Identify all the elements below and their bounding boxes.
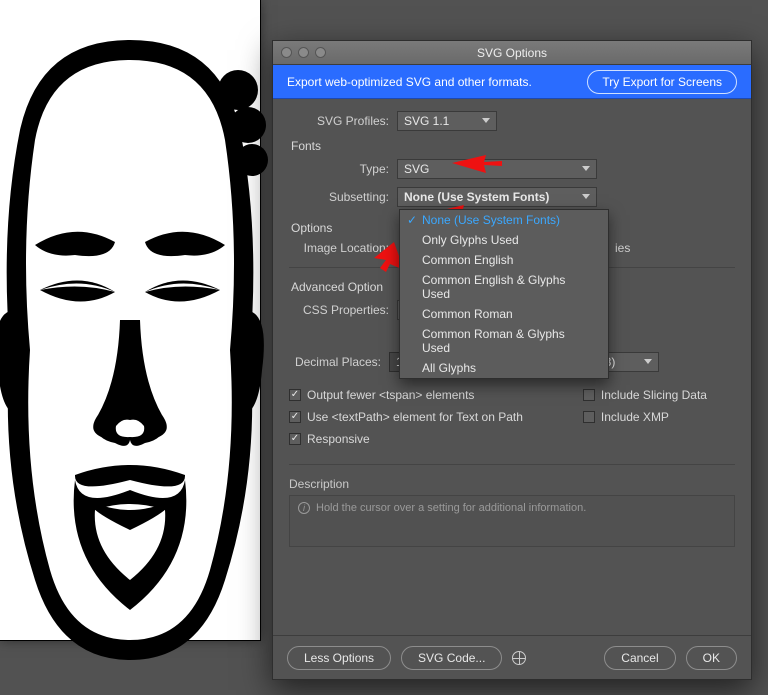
svg-code-button[interactable]: SVG Code... bbox=[401, 646, 502, 670]
subsetting-select[interactable]: None (Use System Fonts) bbox=[397, 187, 597, 207]
font-type-label: Type: bbox=[289, 162, 397, 176]
subsetting-option[interactable]: Common Roman & Glyphs Used bbox=[400, 324, 608, 358]
chevron-down-icon bbox=[482, 118, 490, 123]
chevron-down-icon bbox=[644, 359, 652, 364]
font-type-select[interactable]: SVG bbox=[397, 159, 597, 179]
titlebar[interactable]: SVG Options bbox=[273, 41, 751, 65]
include-slicing-checkbox[interactable] bbox=[583, 389, 595, 401]
globe-icon[interactable] bbox=[512, 651, 526, 665]
dialog-title: SVG Options bbox=[273, 46, 751, 60]
ok-button[interactable]: OK bbox=[686, 646, 737, 670]
subsetting-option[interactable]: Common English & Glyphs Used bbox=[400, 270, 608, 304]
description-heading: Description bbox=[289, 477, 735, 491]
use-textpath-checkbox[interactable] bbox=[289, 411, 301, 423]
image-location-suffix: ies bbox=[615, 241, 630, 255]
decimal-places-label: Decimal Places: bbox=[289, 355, 389, 369]
artboard bbox=[0, 0, 260, 640]
svg-options-dialog: SVG Options Export web-optimized SVG and… bbox=[272, 40, 752, 680]
info-icon: i bbox=[298, 502, 310, 514]
dialog-footer: Less Options SVG Code... Cancel OK bbox=[273, 635, 751, 679]
less-options-button[interactable]: Less Options bbox=[287, 646, 391, 670]
cancel-button[interactable]: Cancel bbox=[604, 646, 675, 670]
banner-text: Export web-optimized SVG and other forma… bbox=[287, 75, 532, 89]
try-export-for-screens-button[interactable]: Try Export for Screens bbox=[587, 70, 737, 94]
chevron-down-icon bbox=[582, 166, 590, 171]
export-banner: Export web-optimized SVG and other forma… bbox=[273, 65, 751, 99]
canvas-area bbox=[0, 0, 260, 640]
svg-profiles-select[interactable]: SVG 1.1 bbox=[397, 111, 497, 131]
chevron-down-icon bbox=[582, 194, 590, 199]
subsetting-option[interactable]: Only Glyphs Used bbox=[400, 230, 608, 250]
output-tspan-checkbox[interactable] bbox=[289, 389, 301, 401]
subsetting-label: Subsetting: bbox=[289, 190, 397, 204]
dialog-body: SVG Profiles: SVG 1.1 Fonts Type: SVG Su… bbox=[273, 99, 751, 635]
subsetting-option[interactable]: Common English bbox=[400, 250, 608, 270]
fonts-heading: Fonts bbox=[291, 139, 735, 153]
artwork-face bbox=[0, 20, 280, 660]
subsetting-dropdown-menu: None (Use System Fonts) Only Glyphs Used… bbox=[399, 209, 609, 379]
subsetting-option[interactable]: Common Roman bbox=[400, 304, 608, 324]
svg-profiles-label: SVG Profiles: bbox=[289, 114, 397, 128]
include-xmp-checkbox[interactable] bbox=[583, 411, 595, 423]
description-box: i Hold the cursor over a setting for add… bbox=[289, 495, 735, 547]
subsetting-option[interactable]: All Glyphs bbox=[400, 358, 608, 378]
image-location-label: Image Location: bbox=[289, 241, 397, 255]
subsetting-option[interactable]: None (Use System Fonts) bbox=[400, 210, 608, 230]
css-properties-label: CSS Properties: bbox=[289, 303, 397, 317]
responsive-checkbox[interactable] bbox=[289, 433, 301, 445]
